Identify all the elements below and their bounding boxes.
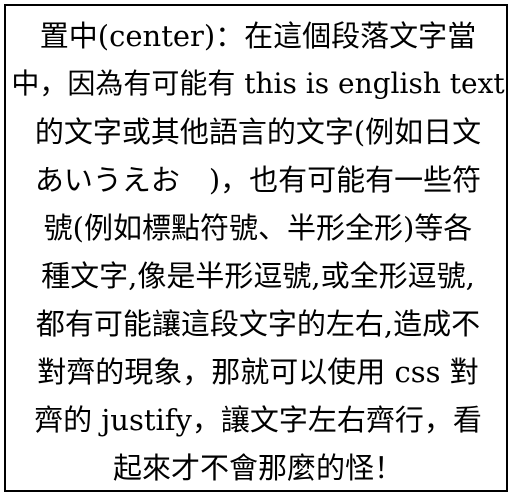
paragraph-line-8: 對齊的現象，那就可以使用 css 對 <box>37 355 479 389</box>
paragraph-line-7: 都有可能讓這段文字的左右,造成不 <box>35 307 481 341</box>
paragraph-line-5: 號(例如標點符號、半形全形)等各 <box>43 211 473 245</box>
paragraph-line-2: 中，因為有可能有 this is english text <box>11 67 505 100</box>
text-box: 置中(center)：在這個段落文字當 中，因為有可能有 this is eng… <box>4 4 508 492</box>
paragraph-line-4: あいうえお )，也有可能有一些符 <box>34 163 482 197</box>
paragraph-line-10: 起來才不會那麼的怪！ <box>112 451 403 485</box>
paragraph-line-1: 置中(center)：在這個段落文字當 <box>39 19 477 53</box>
paragraph-line-9: 齊的 justify，讓文字左右齊行，看 <box>34 403 482 437</box>
paragraph-line-6: 種文字,像是半形逗號,或全形逗號, <box>41 259 475 293</box>
paragraph-line-3: 的文字或其他語言的文字(例如日文 <box>34 115 482 149</box>
